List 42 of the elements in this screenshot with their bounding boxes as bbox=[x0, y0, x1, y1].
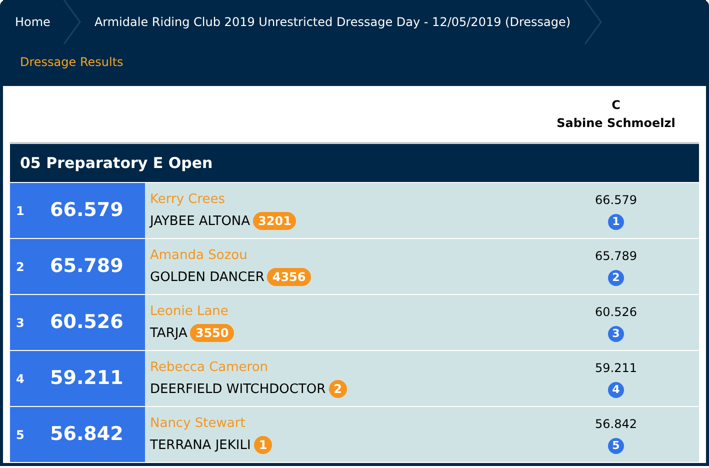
judge-score: 60.526 bbox=[595, 304, 637, 321]
horse-badge: 3550 bbox=[190, 324, 234, 342]
horse-name: TARJA bbox=[150, 324, 188, 342]
rank-badge: 1 bbox=[608, 214, 624, 230]
judge-heading: C Sabine Schmoelzl bbox=[556, 97, 676, 132]
rank-badge: 3 bbox=[608, 326, 624, 342]
judge-score: 59.211 bbox=[595, 360, 637, 377]
total-score: 59.211 bbox=[50, 366, 124, 392]
chevron-icon bbox=[62, 0, 82, 44]
total-score: 60.526 bbox=[50, 310, 124, 336]
dressage-results-link[interactable]: Dressage Results bbox=[20, 53, 124, 71]
place-number: 5 bbox=[15, 426, 26, 444]
horse-badge: 2 bbox=[328, 380, 347, 398]
horse-name: JAYBEE ALTONA bbox=[150, 212, 250, 230]
total-score: 56.842 bbox=[50, 422, 124, 448]
judge-score: 65.789 bbox=[595, 248, 637, 265]
judge-score: 66.579 bbox=[595, 192, 637, 209]
rank-badge: 5 bbox=[608, 438, 624, 454]
rank-badge: 2 bbox=[608, 270, 624, 286]
rider-name: Amanda Sozou bbox=[150, 247, 248, 265]
horse-name: DEERFIELD WITCHDOCTOR bbox=[150, 380, 326, 398]
rider-name: Leonie Lane bbox=[150, 303, 228, 321]
horse-name: TERRANA JEKILI bbox=[150, 436, 251, 454]
chevron-icon bbox=[582, 0, 603, 44]
place-number: 4 bbox=[15, 370, 26, 388]
horse-badge: 3201 bbox=[253, 212, 296, 230]
place-number: 1 bbox=[15, 202, 26, 220]
horse-badge: 4356 bbox=[267, 268, 311, 286]
breadcrumb-link[interactable]: Home bbox=[3, 13, 62, 31]
judge-score: 56.842 bbox=[595, 416, 637, 433]
rider-name: Kerry Crees bbox=[150, 191, 226, 209]
rider-name: Rebecca Cameron bbox=[150, 359, 268, 377]
total-score: 66.579 bbox=[50, 198, 124, 224]
place-number: 2 bbox=[15, 258, 26, 276]
place-number: 3 bbox=[15, 314, 26, 332]
horse-badge: 1 bbox=[254, 436, 272, 454]
rank-badge: 4 bbox=[608, 382, 624, 398]
horse-name: GOLDEN DANCER bbox=[150, 268, 264, 286]
total-score: 65.789 bbox=[50, 254, 124, 280]
breadcrumb-link[interactable]: Armidale Riding Club 2019 Unrestricted Dressage Day - 12/05/2019 (Dressage) bbox=[82, 13, 583, 31]
class-title-bar: 05 Preparatory E Open bbox=[10, 142, 699, 182]
rider-name: Nancy Stewart bbox=[150, 415, 246, 433]
